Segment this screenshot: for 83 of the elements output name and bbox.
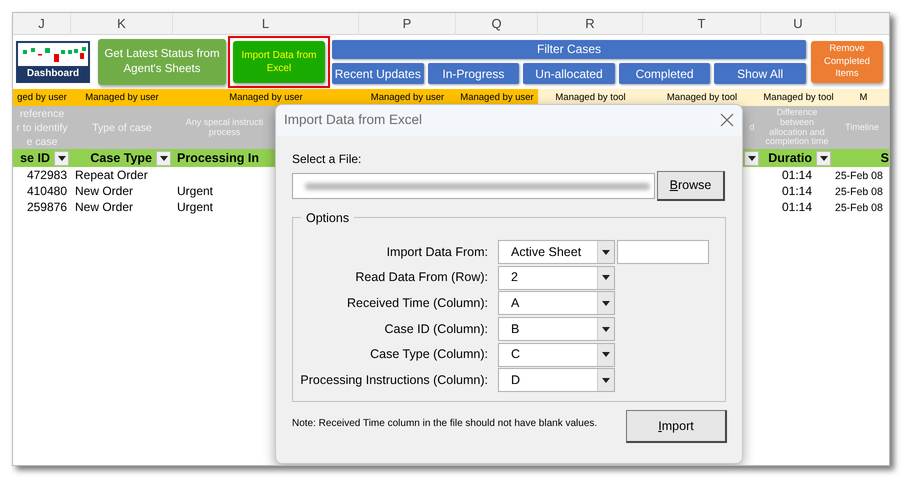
dropdown-field[interactable]: D [498,368,615,392]
column-header: K [117,16,126,31]
column-header: T [698,16,706,31]
dropdown-button[interactable] [597,266,614,289]
caret-icon [602,275,610,280]
cell-text: 472983 [26,168,67,182]
cell-text: Urgent [177,200,214,214]
ownership-label: Managed by tool [555,92,626,103]
cell-text: New Order [75,200,134,214]
field-label: Read Data From (Row): [354,269,489,286]
dropdown-button[interactable] [597,344,614,366]
dropdown-button[interactable] [597,241,614,263]
column-header: Q [491,16,502,31]
ownership-label: ged by user [17,92,67,103]
filter-dropdown[interactable] [156,150,171,166]
filter-button[interactable]: Recent Updates [332,63,424,84]
filter-button[interactable]: Completed [618,63,710,84]
cell-text: 01:14 [782,184,812,198]
ownership-label: Managed by user [460,92,534,103]
filter-dropdown[interactable] [816,150,831,166]
cell-text: 410480 [26,184,67,198]
dropdown-field[interactable]: C [498,342,615,367]
file-path-field[interactable] [292,173,655,199]
dropdown-field[interactable]: Active Sheet [498,240,615,264]
column-header: P [402,16,412,31]
field-label: Select a File: [292,151,362,168]
caret-icon [602,250,610,254]
field-label: Import Data From: [386,244,489,261]
cell-text: 25-Feb 08 [835,170,883,182]
column-header: U [793,16,803,31]
caret-icon [748,156,756,160]
dashboard-button[interactable]: Dashboard [16,41,90,83]
field-label: Case ID (Column): [384,320,489,338]
dropdown-field[interactable]: 2 [498,266,615,290]
dropdown-field[interactable]: A [498,291,615,316]
field-label: Case Type (Column): [369,346,489,364]
column-title: Case Type [90,150,152,167]
dropdown-field[interactable]: B [498,317,615,342]
cell-text: 01:14 [782,200,812,214]
filter-button[interactable]: In-Progress [428,63,520,84]
column-header: R [585,16,595,31]
cell-text: 259876 [26,200,67,214]
cell-text: 01:14 [782,168,812,182]
caret-icon [160,156,168,160]
column-title: S [880,150,889,167]
column-header: J [38,16,45,31]
filter-dropdown[interactable] [54,150,69,166]
window-title: Import Data from Excel [284,111,422,130]
ownership-label: Managed by tool [763,92,834,103]
column-title: Duratio [768,150,812,167]
caret-icon [602,352,610,358]
filter-button[interactable]: Show All [714,63,806,84]
cell-text: 25-Feb 08 [835,202,883,214]
dropdown-button[interactable] [597,369,614,392]
dropdown-button[interactable] [597,292,614,314]
column-title: Processing In [177,150,259,167]
close-icon [720,113,734,128]
cell-text: Repeat Order [75,168,148,182]
field-label: Processing Instructions (Column): [299,372,489,390]
column-header: L [262,16,270,31]
filter-dropdown[interactable] [744,150,759,166]
ownership-label: M [860,92,868,103]
caret-icon [602,378,610,383]
caret-icon [58,156,66,160]
text-field[interactable] [617,240,709,264]
caret-icon [602,326,610,332]
caret-icon [820,156,828,160]
ownership-label: Managed by user [85,92,159,103]
ownership-label: Managed by user [370,92,444,103]
cell-text: Urgent [177,184,214,198]
filter-button[interactable]: Un-allocated [523,63,615,84]
cell-text: New Order [75,184,134,198]
cell-text: 25-Feb 08 [835,186,883,198]
caret-icon [602,300,610,306]
dropdown-button[interactable] [597,318,614,340]
ownership-label: Managed by tool [666,92,738,103]
filter-header: Filter Cases [332,40,806,59]
browse-button[interactable]: Browse [657,171,725,201]
column-title: se ID [20,150,50,167]
note-text: Note: Received Time column in the file should not have blank values. [292,417,598,431]
ownership-label: Managed by user [229,92,303,103]
field-label: Received Time (Column): [346,295,489,312]
import-button[interactable]: Import [626,410,727,443]
